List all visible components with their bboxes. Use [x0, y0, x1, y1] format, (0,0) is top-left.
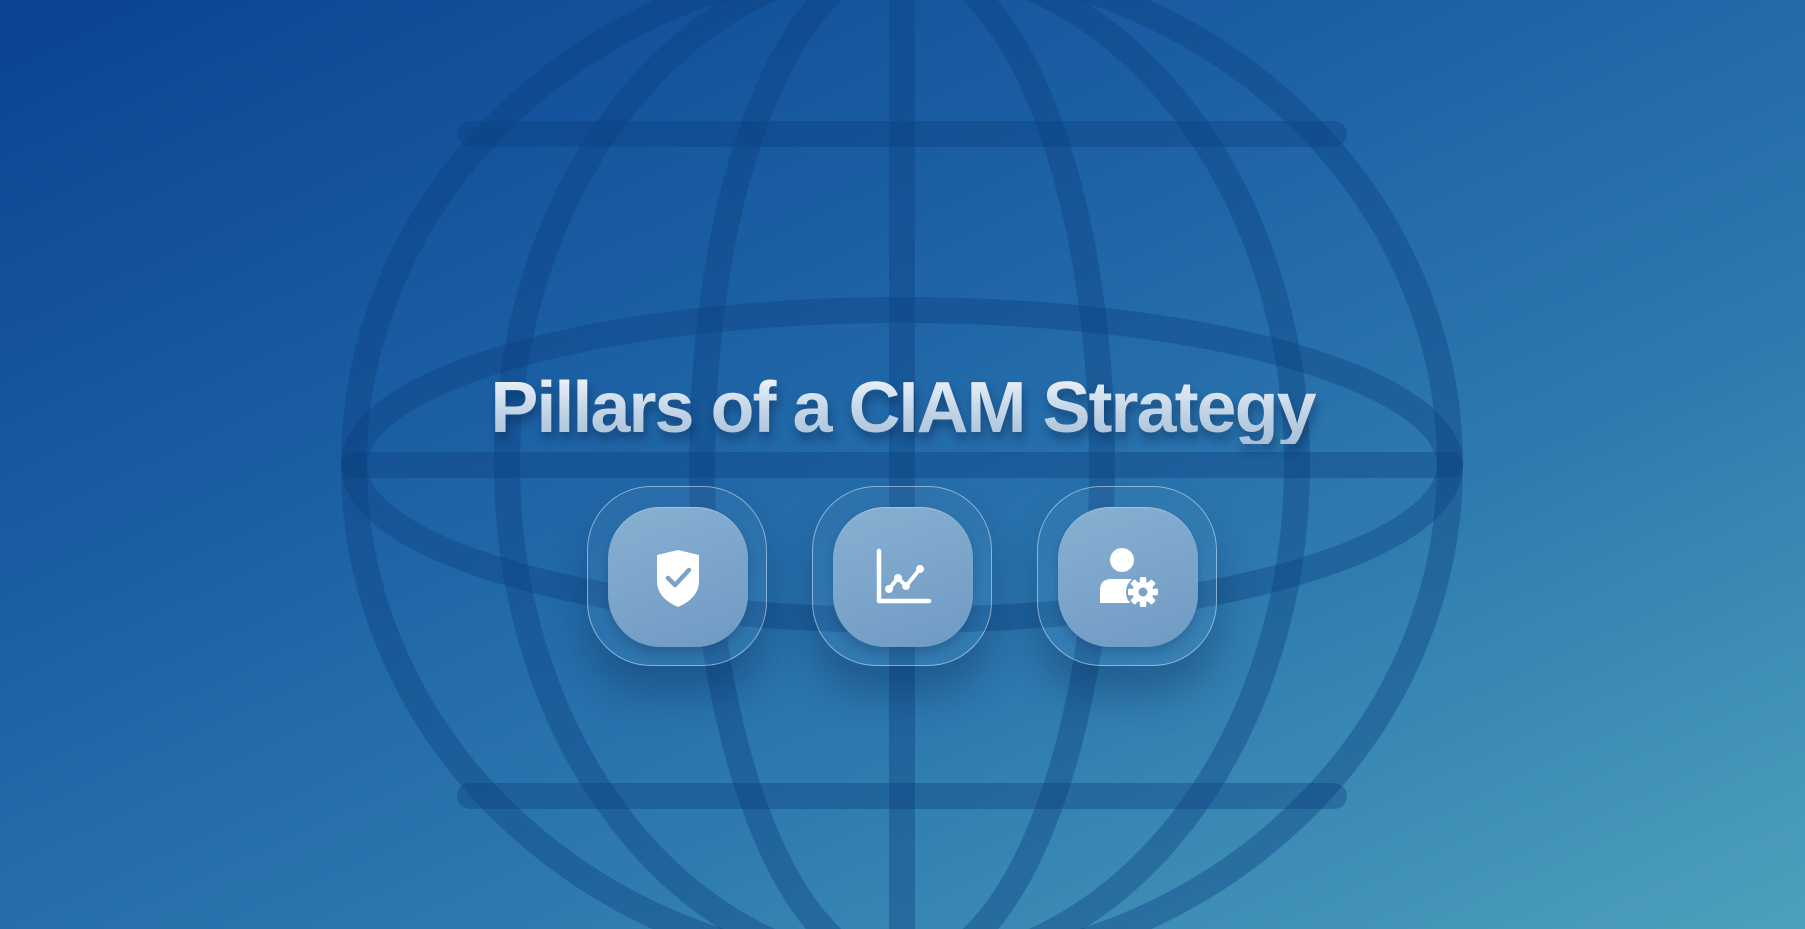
- pillar-security: [587, 486, 767, 666]
- shield-check-icon: [657, 550, 699, 607]
- globe-background-icon: [341, 0, 1463, 929]
- pillar-analytics-tile: [833, 507, 973, 647]
- line-chart-icon: [876, 548, 932, 604]
- user-settings-icon: [1100, 548, 1160, 609]
- pillar-user-management: [1037, 486, 1217, 666]
- pillar-analytics: [812, 486, 992, 666]
- pillar-user-management-tile: [1058, 507, 1198, 647]
- page-title: Pillars of a CIAM Strategy: [0, 372, 1805, 444]
- pillar-security-tile: [608, 507, 748, 647]
